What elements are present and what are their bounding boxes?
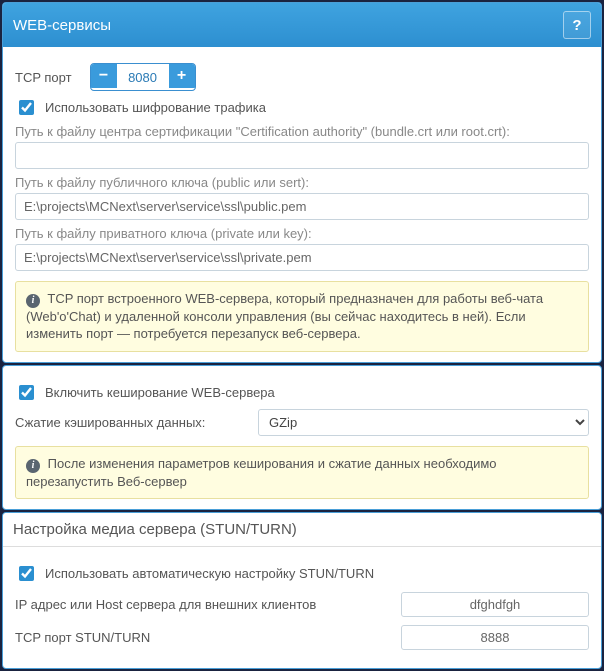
compression-select[interactable]: GZip [258,409,589,436]
cache-note-text: После изменения параметров кеширования и… [26,456,497,489]
public-key-input[interactable] [15,193,589,220]
compression-label: Сжатие кэшированных данных: [15,415,250,430]
ca-path-input[interactable] [15,142,589,169]
auto-stun-checkbox[interactable] [19,566,34,581]
encrypt-label: Использовать шифрование трафика [45,100,266,115]
tcp-port-note-text: TCP порт встроенного WEB-сервера, которы… [26,291,543,341]
cache-note: i После изменения параметров кеширования… [15,446,589,499]
ca-path-label: Путь к файлу центра сертификации "Certif… [15,124,589,139]
media-server-title: Настройка медиа сервера (STUN/TURN) [13,521,297,538]
web-services-header: WEB-сервисы ? [3,3,601,47]
help-icon: ? [572,17,581,34]
cache-checkbox[interactable] [19,385,34,400]
tcp-port-decrement[interactable]: − [91,64,117,88]
tcp-port-increment[interactable]: + [169,64,195,88]
tcp-port-input[interactable] [117,64,169,90]
cache-label: Включить кеширование WEB-сервера [45,385,275,400]
web-services-title: WEB-сервисы [13,17,111,34]
auto-stun-label: Использовать автоматическую настройку ST… [45,566,374,581]
public-key-label: Путь к файлу публичного ключа (public ил… [15,175,589,190]
media-server-panel: Настройка медиа сервера (STUN/TURN) Испо… [2,512,602,669]
private-key-label: Путь к файлу приватного ключа (private и… [15,226,589,241]
stun-port-label: TCP порт STUN/TURN [15,630,391,645]
host-label: IP адрес или Host сервера для внешних кл… [15,597,391,612]
tcp-port-label: TCP порт [15,70,72,85]
cache-panel: Включить кеширование WEB-сервера Сжатие … [2,365,602,510]
web-services-body: TCP порт − + Использовать шифрование тра… [3,47,601,362]
web-services-panel: WEB-сервисы ? TCP порт − + Использовать … [2,2,602,363]
info-icon: i [26,459,40,473]
media-server-body: Использовать автоматическую настройку ST… [3,547,601,668]
tcp-port-stepper: − + [90,63,196,91]
stun-port-input[interactable] [401,625,589,650]
private-key-input[interactable] [15,244,589,271]
info-icon: i [26,294,40,308]
cache-body: Включить кеширование WEB-сервера Сжатие … [3,366,601,509]
tcp-port-note: i TCP порт встроенного WEB-сервера, кото… [15,281,589,352]
media-server-header: Настройка медиа сервера (STUN/TURN) [3,513,601,547]
encrypt-checkbox[interactable] [19,100,34,115]
help-button[interactable]: ? [563,11,591,39]
host-input[interactable] [401,592,589,617]
